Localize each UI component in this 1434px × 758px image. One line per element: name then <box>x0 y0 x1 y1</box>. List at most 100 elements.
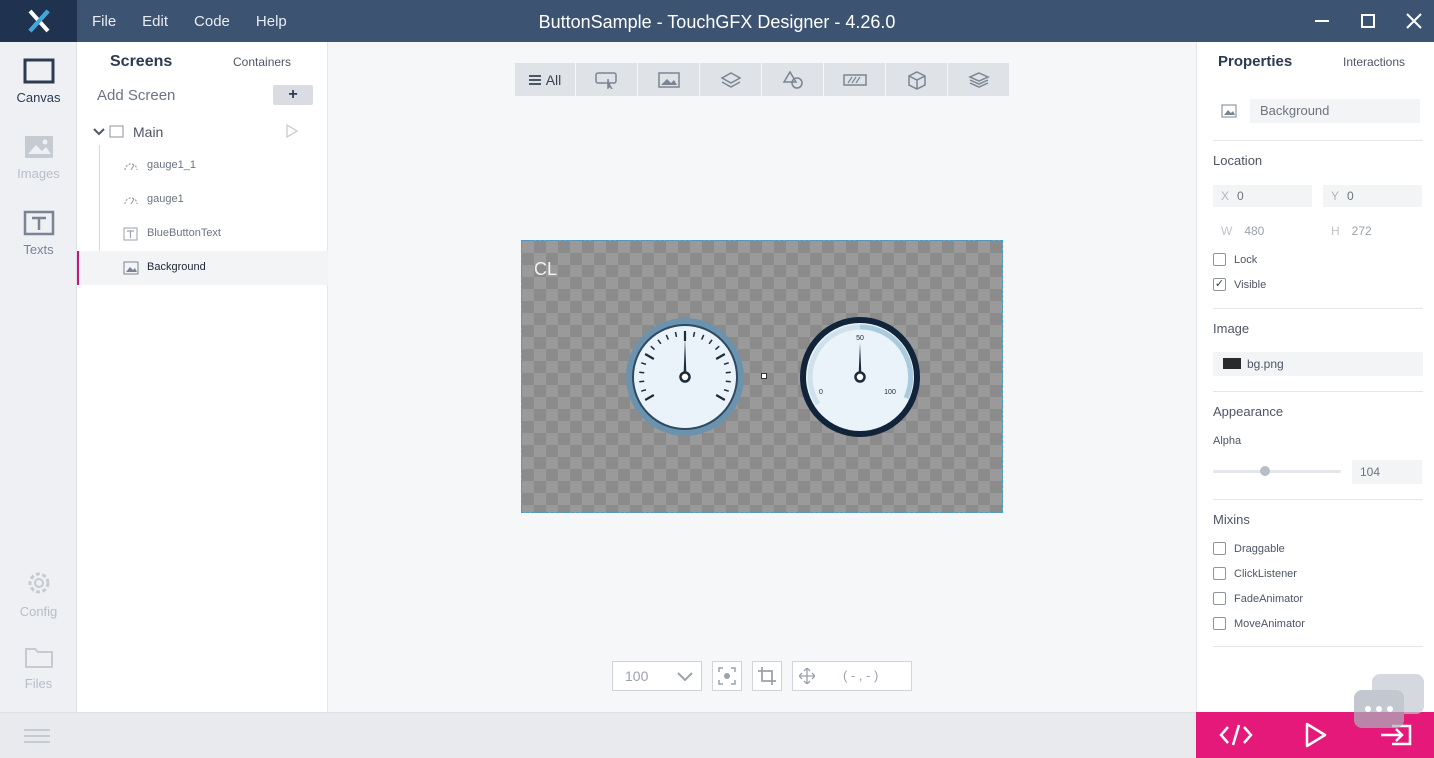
coordinates-value: ( - , - ) <box>843 668 879 683</box>
divider <box>1213 391 1423 392</box>
filter-shapes-button[interactable] <box>762 63 823 96</box>
maximize-button[interactable] <box>1345 0 1391 42</box>
close-button[interactable] <box>1391 0 1434 42</box>
menu-edit[interactable]: Edit <box>142 13 168 30</box>
tree-item-label: gauge1_1 <box>147 159 196 171</box>
code-icon <box>1219 724 1253 746</box>
gauge1-widget[interactable] <box>624 316 746 438</box>
fadeanimator-checkbox[interactable] <box>1213 592 1226 605</box>
tree-item-gauge1[interactable]: gauge1 <box>77 183 328 217</box>
menu-help[interactable]: Help <box>256 13 287 30</box>
widget-name-input[interactable]: Background <box>1250 99 1420 123</box>
filter-3d-button[interactable] <box>886 63 947 96</box>
appearance-heading: Appearance <box>1213 404 1284 419</box>
visible-checkbox[interactable]: ✓ <box>1213 278 1226 291</box>
alpha-input[interactable]: 104 <box>1352 460 1422 484</box>
list-icon <box>528 74 541 85</box>
tab-properties[interactable]: Properties <box>1218 53 1292 70</box>
screen-name: Main <box>133 124 164 140</box>
moveanimator-checkbox[interactable] <box>1213 617 1226 630</box>
fit-to-screen-button[interactable] <box>712 661 742 691</box>
image-heading: Image <box>1213 321 1250 336</box>
cursor-coordinates: ( - , - ) <box>792 661 912 691</box>
alpha-slider-knob[interactable] <box>1260 466 1271 476</box>
tab-containers[interactable]: Containers <box>233 55 291 69</box>
filter-misc-button[interactable] <box>948 63 1009 96</box>
filter-all-button[interactable]: All <box>515 63 575 96</box>
nav-config[interactable]: Config <box>0 568 77 619</box>
nav-canvas[interactable]: Canvas <box>0 58 77 105</box>
alpha-slider[interactable] <box>1213 466 1341 476</box>
image-select[interactable]: bg.png <box>1213 352 1423 376</box>
filter-all-label: All <box>545 71 562 88</box>
image-icon <box>123 261 139 275</box>
gauge1_1-widget[interactable]: 50 0 100 <box>799 316 921 438</box>
clicklistener-label: ClickListener <box>1234 568 1297 580</box>
gear-icon <box>28 572 49 594</box>
filter-buttons-button[interactable] <box>576 63 637 96</box>
menu-code[interactable]: Code <box>194 13 230 30</box>
filter-images-button[interactable] <box>638 63 699 96</box>
screen-text-label[interactable]: CL <box>534 259 557 280</box>
shapes-icon <box>782 70 803 89</box>
crop-button[interactable] <box>752 661 782 691</box>
tree-item-label: BlueButtonText <box>147 227 221 239</box>
filter-progress-button[interactable] <box>824 63 885 96</box>
chevron-down-icon[interactable] <box>93 127 105 137</box>
tree-item-bluebuttontext[interactable]: BlueButtonText <box>77 217 328 251</box>
status-bar <box>0 712 1196 758</box>
image-icon <box>657 71 680 88</box>
properties-panel: Properties Interactions Background Locat… <box>1196 42 1434 712</box>
play-screen-icon[interactable] <box>285 124 299 138</box>
draggable-checkbox[interactable] <box>1213 542 1226 555</box>
nav-images[interactable]: Images <box>0 134 77 181</box>
add-screen-button[interactable]: + <box>273 85 313 105</box>
filter-containers-button[interactable] <box>700 63 761 96</box>
nav-files[interactable]: Files <box>0 644 77 691</box>
clicklistener-checkbox[interactable] <box>1213 567 1226 580</box>
divider <box>1213 140 1423 141</box>
x-key: X <box>1221 189 1230 203</box>
gauge-tick <box>725 371 731 374</box>
generate-code-button[interactable] <box>1206 712 1266 758</box>
cube-icon <box>907 70 926 90</box>
menu-bar: File Edit Code Help <box>92 0 313 42</box>
gauge-tick <box>692 331 696 338</box>
x-value: 0 <box>1237 189 1244 203</box>
close-icon <box>1406 13 1422 29</box>
lock-label: Lock <box>1234 254 1258 266</box>
chat-icon[interactable] <box>1352 672 1428 752</box>
visible-label: Visible <box>1234 279 1267 291</box>
tree-item-background[interactable]: Background <box>77 251 328 285</box>
screen-icon <box>109 125 124 138</box>
x-input[interactable]: X0 <box>1213 185 1312 207</box>
tree-item-gauge1_1[interactable]: gauge1_1 <box>77 149 328 183</box>
zoom-select[interactable]: 100 <box>612 661 702 691</box>
hamburger-icon[interactable] <box>23 728 51 744</box>
gauge-tick <box>674 331 678 338</box>
minimize-icon <box>1315 20 1329 22</box>
nav-canvas-label: Canvas <box>16 90 61 105</box>
w-key: W <box>1221 224 1233 238</box>
screens-panel: Screens Containers Add Screen + Main gau… <box>77 42 328 712</box>
moveanimator-label: MoveAnimator <box>1234 618 1305 630</box>
nav-texts[interactable]: Texts <box>0 210 77 257</box>
draggable-label: Draggable <box>1234 543 1285 555</box>
run-simulator-button[interactable] <box>1286 712 1346 758</box>
tab-screens[interactable]: Screens <box>110 53 172 71</box>
layers-icon <box>719 71 742 88</box>
chevron-down-icon <box>677 672 693 682</box>
y-key: Y <box>1331 189 1340 203</box>
selection-handle[interactable] <box>761 373 767 379</box>
minimize-button[interactable] <box>1299 0 1345 42</box>
tree-screen-main[interactable]: Main <box>93 122 163 142</box>
folder-icon <box>24 648 53 668</box>
screen-canvas[interactable]: CL 50 0 100 <box>521 240 1003 513</box>
h-key: H <box>1331 224 1340 238</box>
tab-interactions[interactable]: Interactions <box>1343 55 1405 69</box>
gauge-tick <box>639 371 645 374</box>
lock-checkbox[interactable] <box>1213 253 1226 266</box>
menu-file[interactable]: File <box>92 13 116 30</box>
focus-icon <box>718 667 736 685</box>
y-input[interactable]: Y0 <box>1323 185 1422 207</box>
